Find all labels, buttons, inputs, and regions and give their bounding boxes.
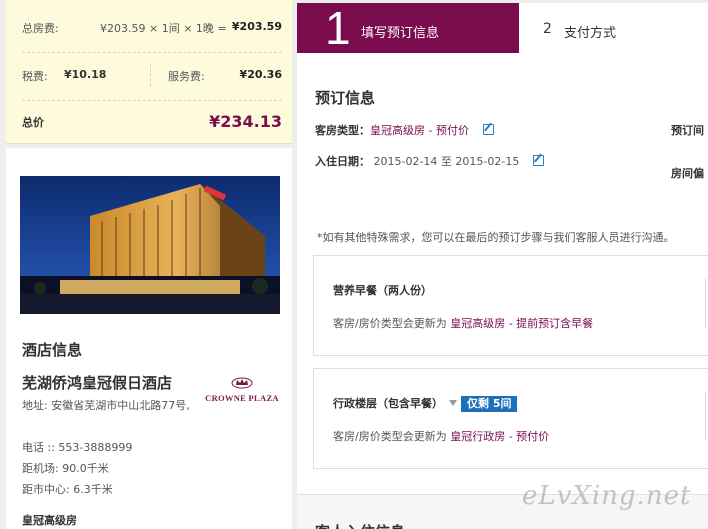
room-preference-label: 房间偏 [671, 167, 704, 180]
upgrade-option-breakfast[interactable]: 营养早餐（两人份） 客房/房价类型会更新为 皇冠高级房 - 提前预订含早餐 [313, 255, 708, 356]
divider [705, 278, 706, 328]
room-type-value: 皇冠高级房 - 预付价 [370, 124, 469, 137]
option-desc-value: 皇冠高级房 - 提前预订含早餐 [450, 317, 594, 330]
step2-label: 支付方式 [564, 26, 617, 41]
tax-value: ¥10.18 [64, 68, 107, 81]
main-content: 1 填写预订信息 2 支付方式 预订信息 客房类型：皇冠高级房 - 预付价 入住… [297, 0, 708, 529]
option-description: 客房/房价类型会更新为 皇冠行政房 - 预付价 [333, 428, 549, 444]
hotel-name: 芜湖侨鸿皇冠假日酒店 [22, 374, 173, 392]
total-value: ¥234.13 [209, 112, 282, 131]
sidebar: 总房费: ¥203.59 × 1间 × 1晚 = ¥203.59 税费: ¥10… [0, 0, 297, 529]
room-fee-label: 总房费: [22, 22, 59, 35]
hotel-photo [20, 176, 280, 314]
hotel-address: 地址: 安徽省芜湖市中山北路77号, [22, 399, 190, 412]
divider [150, 64, 151, 86]
room-type-field: 客房类型：皇冠高级房 - 预付价 [315, 122, 494, 138]
option-desc-prefix: 客房/房价类型会更新为 [333, 317, 447, 330]
service-value: ¥20.36 [239, 68, 282, 81]
step-payment[interactable]: 2 支付方式 [519, 3, 708, 53]
divider [22, 52, 282, 53]
option-description: 客房/房价类型会更新为 皇冠高级房 - 提前预订含早餐 [333, 315, 593, 331]
service-label: 服务费: [168, 70, 205, 83]
total-row: 总价 ¥234.13 [22, 112, 282, 131]
hotel-info-card: 酒店信息 芜湖侨鸿皇冠假日酒店 CROWNE PLAZA 地址: 安徽省芜湖市中… [6, 148, 292, 529]
hotel-section-title: 酒店信息 [22, 341, 83, 359]
watermark: eLvXing.net [522, 481, 692, 511]
step-progress: 1 填写预订信息 2 支付方式 [297, 0, 708, 53]
guest-section-title: 客人入住信息 [315, 521, 405, 529]
crowne-plaza-logo: CROWNE PLAZA [202, 374, 282, 404]
special-request-note: *如有其他特殊需求，您可以在最后的预订步骤与我们客服人员进行沟通。 [317, 231, 675, 244]
option-title: 行政楼层（包含早餐） [333, 397, 443, 410]
rooms-label: 预订间 [671, 124, 704, 137]
crown-icon [231, 377, 253, 389]
tax-service-row: 税费: ¥10.18 服务费: ¥20.36 [22, 64, 282, 86]
room-fee-formula: ¥203.59 × 1间 × 1晚 = [100, 22, 227, 35]
room-fee-row: 总房费: ¥203.59 × 1间 × 1晚 = ¥203.59 [22, 20, 282, 36]
room-fee-total: ¥203.59 [231, 20, 282, 33]
hotel-photo-image [20, 176, 280, 314]
divider [22, 100, 282, 101]
step1-label: 填写预订信息 [361, 26, 440, 41]
total-label: 总价 [22, 116, 44, 129]
divider [705, 391, 706, 441]
hotel-phone: 电话 :: 553-3888999 [22, 441, 133, 454]
checkin-date-field: 入住日期： 2015-02-14 至 2015-02-15 [315, 153, 545, 169]
option-desc-prefix: 客房/房价类型会更新为 [333, 430, 447, 443]
checkin-date-value: 2015-02-14 至 2015-02-15 [373, 155, 520, 168]
availability-badge: 仅剩 5间 [461, 396, 518, 412]
option-title: 营养早餐（两人份） [333, 284, 432, 297]
checkin-date-label: 入住日期： [315, 155, 370, 168]
upgrade-option-executive-floor[interactable]: 行政楼层（包含早餐） 仅剩 5间 客房/房价类型会更新为 皇冠行政房 - 预付价 [313, 368, 708, 469]
hotel-airport-distance: 距机场: 90.0千米 [22, 462, 109, 475]
tax-label: 税费: [22, 70, 48, 83]
step-fill-info[interactable]: 1 填写预订信息 [297, 3, 519, 53]
option-title-row: 行政楼层（包含早餐） 仅剩 5间 [333, 395, 518, 412]
room-type-label: 客房类型： [315, 124, 370, 137]
caret-down-icon[interactable] [449, 400, 457, 406]
logo-text: CROWNE PLAZA [205, 393, 279, 403]
step1-number: 1 [325, 2, 351, 54]
booking-section-title: 预订信息 [315, 89, 376, 107]
step2-number: 2 [543, 21, 552, 37]
price-summary: 总房费: ¥203.59 × 1间 × 1晚 = ¥203.59 税费: ¥10… [6, 0, 292, 144]
room-name: 皇冠高级房 [22, 514, 77, 527]
hotel-center-distance: 距市中心: 6.3千米 [22, 483, 113, 496]
option-desc-value: 皇冠行政房 - 预付价 [450, 430, 550, 443]
edit-icon[interactable] [533, 155, 545, 166]
edit-icon[interactable] [482, 124, 494, 135]
